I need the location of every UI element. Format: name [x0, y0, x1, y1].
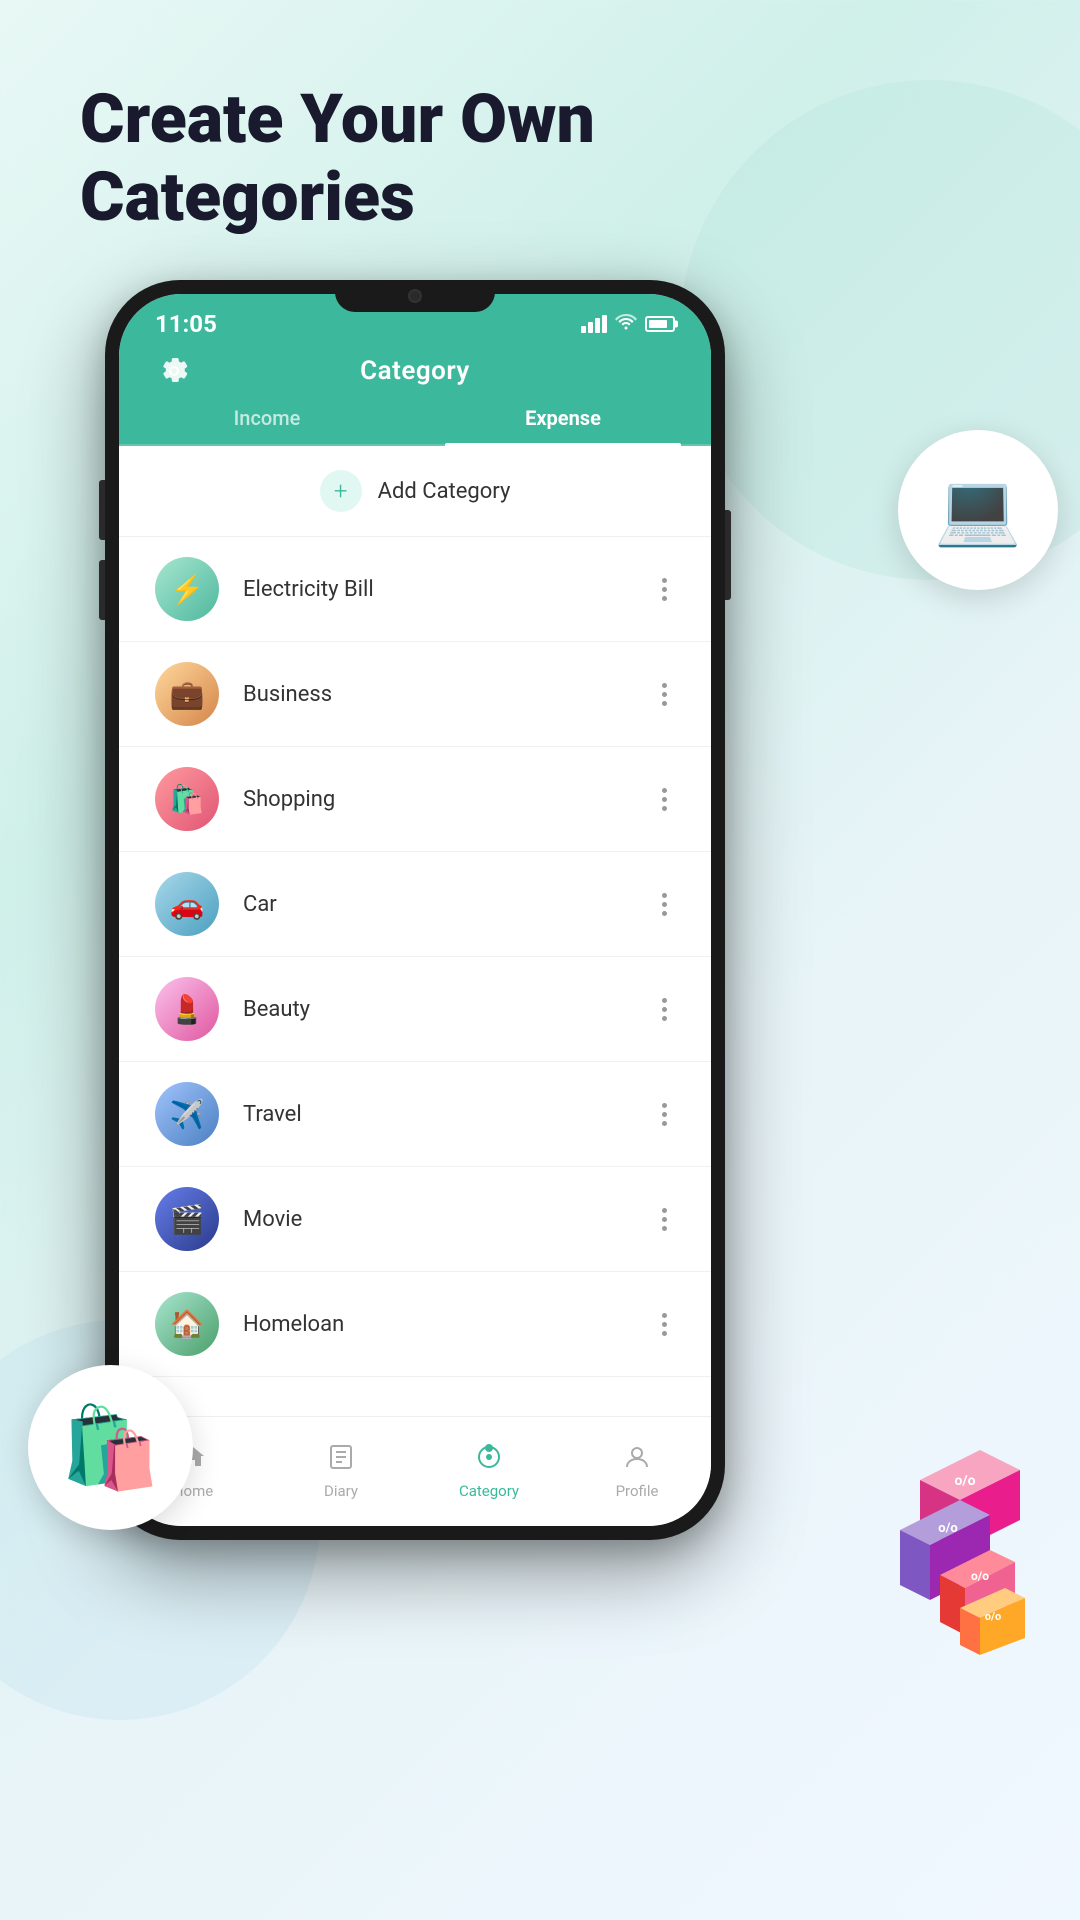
gear-icon: [159, 356, 189, 386]
category-item: 🎬 Movie: [119, 1167, 711, 1272]
category-icon-beauty: 💄: [155, 977, 219, 1041]
tab-expense[interactable]: Expense: [415, 394, 711, 444]
category-name: Electricity Bill: [243, 577, 654, 602]
category-icon-homeloan: 🏠: [155, 1292, 219, 1356]
camera: [408, 289, 422, 303]
phone-mockup: 11:05: [105, 280, 725, 1540]
add-category-row[interactable]: + Add Category: [119, 446, 711, 537]
category-name: Homeloan: [243, 1312, 654, 1337]
profile-icon: [624, 1444, 650, 1476]
category-icon-shopping: 🛍️: [155, 767, 219, 831]
category-icon-business: 💼: [155, 662, 219, 726]
more-button[interactable]: [654, 1204, 675, 1235]
svg-text:o/o: o/o: [985, 1610, 1002, 1623]
battery-icon: [645, 316, 675, 332]
app-header: 11:05: [119, 294, 711, 446]
more-button[interactable]: [654, 1099, 675, 1130]
app-title: Category: [360, 356, 470, 386]
nav-category[interactable]: Category: [415, 1444, 563, 1500]
page-title: Create Your Own Categories: [80, 80, 595, 236]
float-shopping-bag: 🛍️: [28, 1365, 193, 1530]
status-icons: [581, 314, 675, 335]
bottom-nav: Home Diary: [119, 1416, 711, 1526]
signal-icon: [581, 315, 607, 333]
category-icon-travel: ✈️: [155, 1082, 219, 1146]
nav-diary-label: Diary: [324, 1482, 358, 1500]
more-button[interactable]: [654, 1309, 675, 1340]
category-name: Business: [243, 682, 654, 707]
nav-diary[interactable]: Diary: [267, 1444, 415, 1500]
category-name: Beauty: [243, 997, 654, 1022]
svg-text:o/o: o/o: [938, 1521, 958, 1536]
wifi-icon: [615, 314, 637, 335]
settings-button[interactable]: [155, 352, 193, 390]
category-item: 💄 Beauty: [119, 957, 711, 1062]
category-name: Movie: [243, 1207, 654, 1232]
category-item: ✈️ Travel: [119, 1062, 711, 1167]
category-list: ⚡ Electricity Bill 💼 Business: [119, 537, 711, 1377]
phone-notch: [335, 280, 495, 312]
category-item: 🏠 Homeloan: [119, 1272, 711, 1377]
nav-category-label: Category: [459, 1482, 519, 1500]
tab-income[interactable]: Income: [119, 394, 415, 444]
category-item: ⚡ Electricity Bill: [119, 537, 711, 642]
category-icon-movie: 🎬: [155, 1187, 219, 1251]
category-icon-nav: [476, 1444, 502, 1476]
category-name: Car: [243, 892, 654, 917]
svg-text:o/o: o/o: [971, 1569, 989, 1583]
more-button[interactable]: [654, 679, 675, 710]
app-bar: Category: [119, 342, 711, 394]
category-icon-electricity: ⚡: [155, 557, 219, 621]
content-area: + Add Category ⚡ Electricity Bill: [119, 446, 711, 1416]
add-category-label: Add Category: [378, 479, 511, 504]
tab-bar: Income Expense: [119, 394, 711, 446]
category-item: 💼 Business: [119, 642, 711, 747]
float-laptop-graphic: 💻: [898, 430, 1058, 590]
category-icon-car: 🚗: [155, 872, 219, 936]
more-button[interactable]: [654, 889, 675, 920]
more-button[interactable]: [654, 784, 675, 815]
category-item: 🛍️ Shopping: [119, 747, 711, 852]
float-chart-graphic: o/o o/o o/o o/o: [860, 1440, 1060, 1660]
category-item: 🚗 Car: [119, 852, 711, 957]
status-time: 11:05: [155, 310, 217, 338]
nav-profile-label: Profile: [616, 1482, 659, 1500]
nav-profile[interactable]: Profile: [563, 1444, 711, 1500]
category-name: Travel: [243, 1102, 654, 1127]
more-button[interactable]: [654, 994, 675, 1025]
diary-icon: [329, 1444, 353, 1476]
add-category-button[interactable]: +: [320, 470, 362, 512]
category-name: Shopping: [243, 787, 654, 812]
svg-text:o/o: o/o: [955, 1473, 976, 1489]
more-button[interactable]: [654, 574, 675, 605]
